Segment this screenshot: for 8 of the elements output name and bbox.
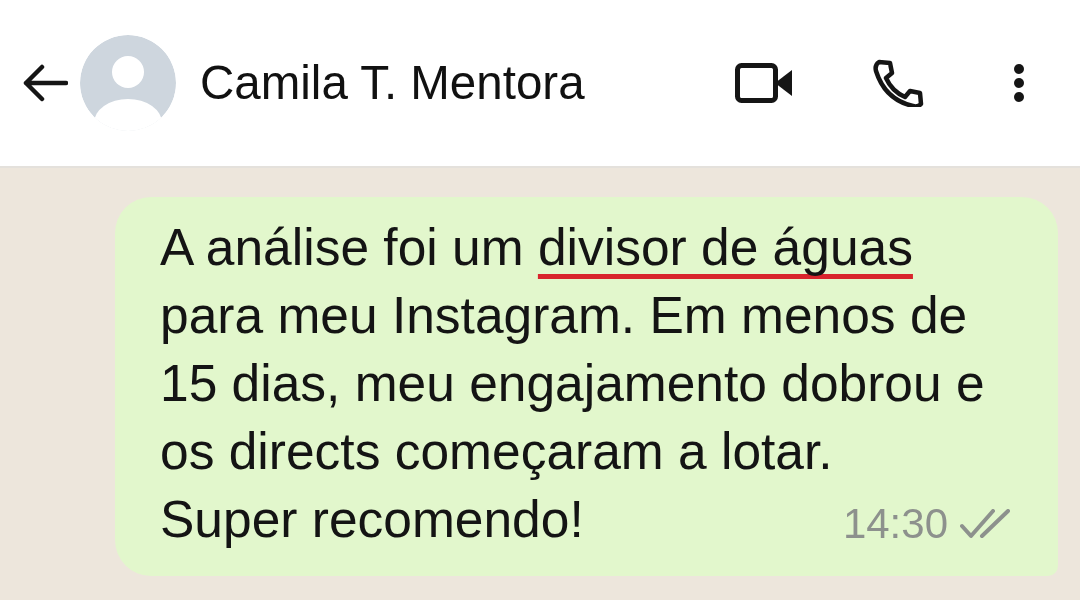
video-call-icon[interactable] — [735, 63, 793, 103]
back-icon[interactable] — [22, 64, 68, 102]
message-text: Super recomendo! — [160, 489, 584, 550]
message-text: A análise foi um divisor de águas para meu Instagram. Em menos de 15 dias, meu engajamento dobrou e os directs começaram a lotar. — [160, 217, 986, 482]
contact-name[interactable]: Camila T. Mentora — [200, 56, 585, 110]
phone-icon[interactable] — [873, 59, 925, 107]
more-options-icon[interactable] — [1012, 63, 1026, 103]
message-time: 14:30 — [842, 503, 948, 545]
